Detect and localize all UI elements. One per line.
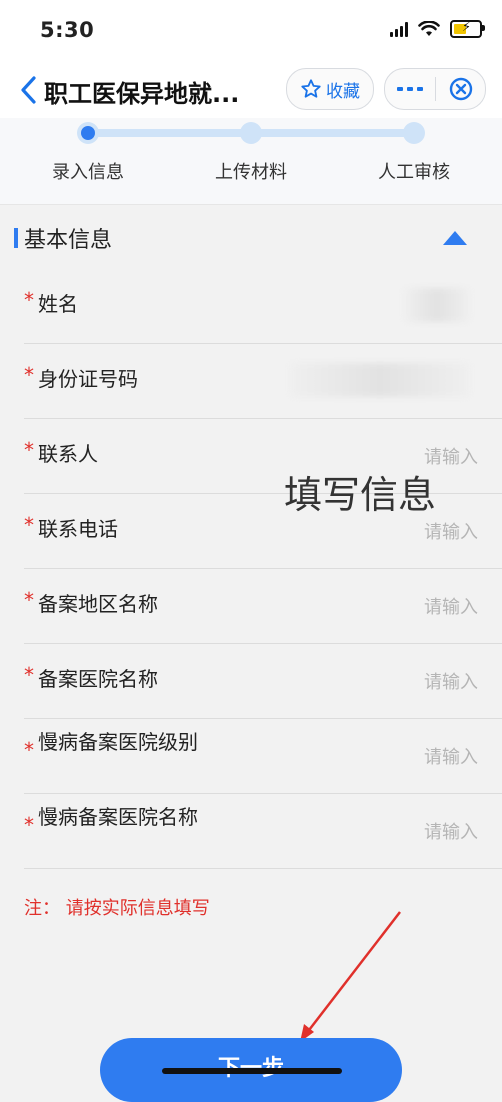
more-button[interactable] — [385, 69, 435, 109]
close-target-icon — [449, 77, 472, 101]
required-mark: * — [24, 813, 34, 837]
field-label: 慢病备案医院级别 — [38, 730, 198, 754]
close-button[interactable] — [436, 69, 485, 109]
section-accent-bar — [14, 228, 18, 248]
step-label-1: 录入信息 — [52, 162, 124, 183]
phone-input[interactable] — [296, 517, 480, 547]
mini-program-capsule — [384, 68, 486, 110]
progress-stepper: 录入信息 上传材料 人工审核 — [0, 118, 502, 205]
field-label: 身份证号码 — [38, 367, 138, 391]
required-mark: * — [24, 513, 34, 537]
form-row-region: * 备案地区名称 — [24, 568, 502, 644]
step-dot-2 — [240, 122, 262, 144]
field-label: 备案医院名称 — [38, 667, 158, 691]
required-mark: * — [24, 288, 34, 312]
status-icons: ⚡ — [390, 20, 485, 38]
more-icon — [397, 87, 423, 91]
favorite-button[interactable]: 收藏 — [286, 68, 374, 110]
battery-charging-icon: ⚡ — [450, 20, 485, 38]
wifi-icon — [418, 21, 440, 36]
header: 职工医保异地就... 收藏 — [0, 62, 502, 118]
status-time: 5:30 — [40, 18, 95, 42]
field-label: 联系电话 — [38, 517, 118, 541]
form-note: 注： 请按实际信息填写 — [24, 898, 210, 919]
star-icon — [301, 79, 321, 98]
form-row-id-number: * 身份证号码 — [24, 343, 502, 419]
redacted-value[interactable] — [404, 288, 470, 322]
field-label: 联系人 — [38, 442, 98, 466]
page-title: 职工医保异地就... — [44, 80, 240, 108]
section-header[interactable]: 基本信息 — [0, 206, 502, 270]
field-label: 慢病备案医院名称 — [38, 805, 198, 829]
section-title: 基本信息 — [24, 228, 113, 253]
form-row-name: * 姓名 — [24, 268, 502, 344]
favorite-label: 收藏 — [326, 81, 360, 102]
form-row-chronic-hospital-name: * 慢病备案医院名称 — [24, 793, 502, 869]
step-label-3: 人工审核 — [378, 162, 450, 183]
field-label: 备案地区名称 — [38, 592, 158, 616]
back-icon[interactable] — [16, 70, 42, 110]
field-label: 姓名 — [38, 292, 78, 316]
required-mark: * — [24, 588, 34, 612]
form-row-chronic-hospital-level: * 慢病备案医院级别 — [24, 718, 502, 794]
status-bar: 5:30 ⚡ — [0, 0, 502, 62]
hospital-input[interactable] — [296, 667, 480, 697]
step-dot-3 — [403, 122, 425, 144]
required-mark: * — [24, 363, 34, 387]
annotation-text: 填写信息 — [284, 473, 437, 517]
signal-icon — [390, 21, 408, 37]
required-mark: * — [24, 738, 34, 762]
basic-info-section: 基本信息 * 姓名 * 身份证号码 * 联系人 * 联系电话 * 备案地区名称 … — [0, 206, 502, 1086]
region-input[interactable] — [296, 592, 480, 622]
chronic-hospital-name-input[interactable] — [296, 817, 480, 847]
redacted-value[interactable] — [290, 363, 470, 397]
step-label-2: 上传材料 — [215, 162, 287, 183]
form-row-hospital: * 备案医院名称 — [24, 643, 502, 719]
triangle-up-icon[interactable] — [442, 230, 468, 246]
step-dot-1 — [77, 122, 99, 144]
home-indicator — [162, 1068, 342, 1074]
required-mark: * — [24, 438, 34, 462]
required-mark: * — [24, 663, 34, 687]
chronic-hospital-level-input[interactable] — [296, 742, 480, 772]
